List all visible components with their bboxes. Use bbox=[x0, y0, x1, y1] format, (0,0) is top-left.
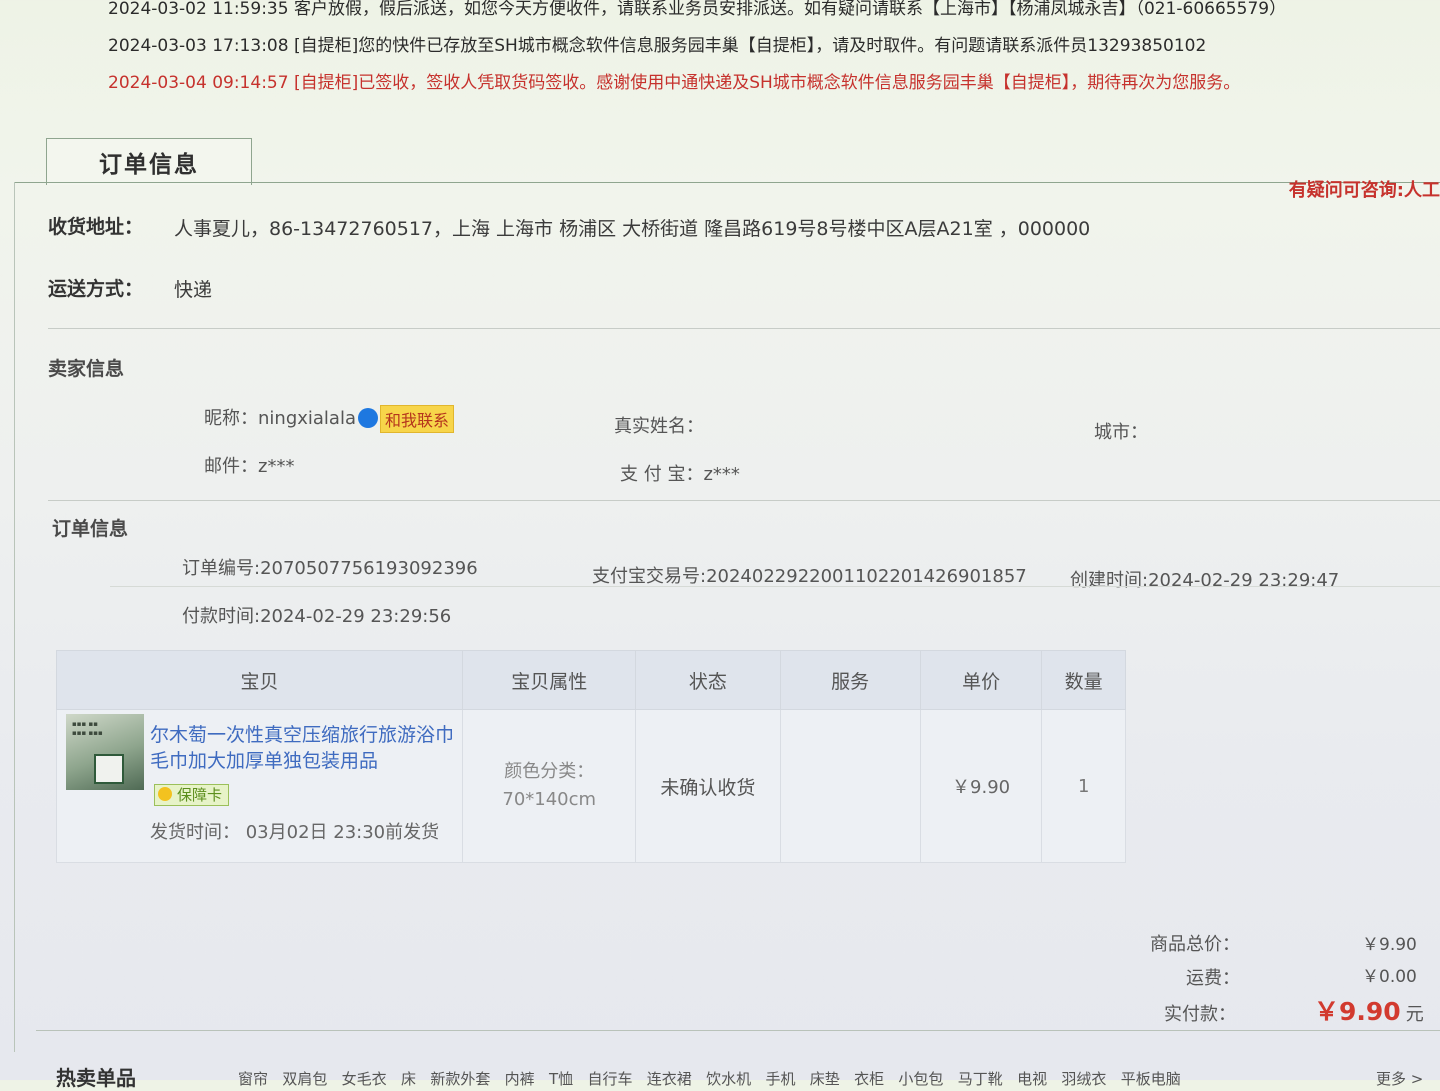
logistics-entry-signed: 2024-03-04 09:14:57 [自提柜]已签收，签收人凭取货码签收。感… bbox=[108, 73, 1241, 93]
hot-link[interactable]: 衣柜 bbox=[854, 1070, 884, 1088]
hot-link[interactable]: T恤 bbox=[549, 1070, 573, 1088]
qty-cell: 1 bbox=[1041, 709, 1126, 863]
divider bbox=[110, 586, 1440, 587]
seller-alipay: 支 付 宝：z*** bbox=[620, 464, 740, 485]
ship-time: 发货时间： 03月02日 23:30前发货 bbox=[150, 822, 440, 843]
hot-link[interactable]: 女毛衣 bbox=[342, 1070, 387, 1088]
order-number: 订单编号:2070507756193092396 bbox=[182, 558, 478, 579]
logistics-entry: 2024-03-02 11:59:35 客户放假，假后派送，如您今天方便收件，请… bbox=[108, 0, 1287, 19]
shipping-method-value: 快递 bbox=[174, 279, 213, 301]
address-value: 人事夏儿，86-13472760517，上海 上海市 杨浦区 大桥街道 隆昌路6… bbox=[174, 218, 1091, 240]
more-link[interactable]: 更多 > bbox=[1376, 1068, 1423, 1089]
hot-link[interactable]: 内裤 bbox=[505, 1070, 535, 1088]
paid-amount-label: 实付款： bbox=[1164, 1004, 1236, 1025]
thumbnail-text: ▪▪▪ ▪▪ ▪▪▪ ▪▪▪ bbox=[72, 720, 103, 737]
logistics-entry: 2024-03-03 17:13:08 [自提柜]您的快件已存放至SH城市概念软… bbox=[108, 36, 1207, 56]
address-label: 收货地址： bbox=[48, 216, 144, 238]
tab-divider bbox=[14, 182, 1440, 183]
item-thumbnail[interactable]: ▪▪▪ ▪▪ ▪▪▪ ▪▪▪ bbox=[66, 714, 144, 790]
hot-link[interactable]: 连衣裙 bbox=[647, 1070, 692, 1088]
item-title-link[interactable]: 尔木萄一次性真空压缩旅行旅游浴巾毛巾加大加厚单独包装用品 bbox=[150, 722, 460, 774]
paid-amount: ￥9.90 元 bbox=[1314, 992, 1424, 1028]
contact-me-button[interactable]: 和我联系 bbox=[380, 405, 455, 433]
hot-link[interactable]: 饮水机 bbox=[706, 1070, 751, 1088]
realname-label: 真实姓名： bbox=[614, 416, 704, 437]
guarantee-icon bbox=[158, 787, 172, 801]
thumbnail-package bbox=[94, 754, 124, 784]
freight-label: 运费： bbox=[1186, 968, 1240, 989]
nickname-value: ningxialala bbox=[258, 408, 356, 429]
help-link[interactable]: 有疑问可咨询:人工 bbox=[1289, 176, 1440, 202]
hot-items-bar: 热卖单品 窗帘 双肩包 女毛衣 床 新款外套 内裤 T恤 自行车 连衣裙 饮水机… bbox=[0, 1050, 1440, 1090]
alipay-trade-number: 支付宝交易号:2024022922001102201426901857 bbox=[592, 566, 1027, 587]
city-label: 城市： bbox=[1094, 422, 1148, 443]
col-header-qty: 数量 bbox=[1041, 650, 1126, 710]
col-header-service: 服务 bbox=[779, 650, 921, 710]
tab-order-info[interactable]: 订单信息 bbox=[46, 138, 252, 185]
hot-link[interactable]: 手机 bbox=[765, 1070, 795, 1088]
hot-link[interactable]: 电视 bbox=[1017, 1070, 1047, 1088]
guarantee-badge[interactable]: 保障卡 bbox=[154, 784, 230, 806]
hot-link[interactable]: 小包包 bbox=[898, 1070, 943, 1088]
created-time: 创建时间:2024-02-29 23:29:47 bbox=[1070, 570, 1340, 591]
hot-items-title: 热卖单品 bbox=[56, 1066, 136, 1090]
goods-total-value: ￥9.90 bbox=[1362, 935, 1417, 955]
seller-section-title: 卖家信息 bbox=[48, 358, 125, 380]
hot-link[interactable]: 窗帘 bbox=[238, 1070, 268, 1088]
hot-link[interactable]: 羽绒衣 bbox=[1061, 1070, 1106, 1088]
wangwang-chat-icon[interactable] bbox=[358, 408, 378, 428]
hot-link[interactable]: 自行车 bbox=[587, 1070, 632, 1088]
col-header-status: 状态 bbox=[635, 650, 781, 710]
nickname-label: 昵称： bbox=[204, 408, 258, 429]
panel-border bbox=[14, 182, 15, 1052]
shipping-method-label: 运送方式： bbox=[48, 278, 144, 300]
col-header-attr: 宝贝属性 bbox=[462, 650, 637, 710]
order-section-title: 订单信息 bbox=[52, 518, 129, 540]
status-cell: 未确认收货 bbox=[635, 709, 781, 863]
divider bbox=[36, 1030, 1440, 1031]
paid-unit: 元 bbox=[1405, 1004, 1424, 1025]
freight-value: ￥0.00 bbox=[1362, 967, 1417, 987]
service-cell bbox=[779, 709, 921, 863]
col-header-item: 宝贝 bbox=[55, 650, 464, 710]
hot-link[interactable]: 双肩包 bbox=[282, 1070, 327, 1088]
hot-link[interactable]: 平板电脑 bbox=[1121, 1070, 1181, 1088]
hot-link[interactable]: 马丁靴 bbox=[958, 1070, 1003, 1088]
paid-time: 付款时间:2024-02-29 23:29:56 bbox=[182, 606, 452, 627]
goods-total-label: 商品总价： bbox=[1150, 934, 1240, 955]
hot-links: 窗帘 双肩包 女毛衣 床 新款外套 内裤 T恤 自行车 连衣裙 饮水机 手机 床… bbox=[238, 1068, 1181, 1089]
hot-link[interactable]: 床垫 bbox=[810, 1070, 840, 1088]
hot-link[interactable]: 新款外套 bbox=[430, 1070, 490, 1088]
attr-cell: 颜色分类： 70*140cm bbox=[462, 709, 637, 863]
seller-nickname: 昵称：ningxialala 和我联系 bbox=[204, 404, 455, 433]
seller-email: 邮件：z*** bbox=[204, 456, 295, 477]
paid-amount-value: ￥9.90 bbox=[1314, 997, 1401, 1026]
col-header-price: 单价 bbox=[919, 650, 1043, 710]
hot-link[interactable]: 床 bbox=[401, 1070, 416, 1088]
divider bbox=[48, 328, 1440, 329]
price-cell: ￥9.90 bbox=[919, 709, 1043, 863]
divider bbox=[48, 500, 1440, 501]
